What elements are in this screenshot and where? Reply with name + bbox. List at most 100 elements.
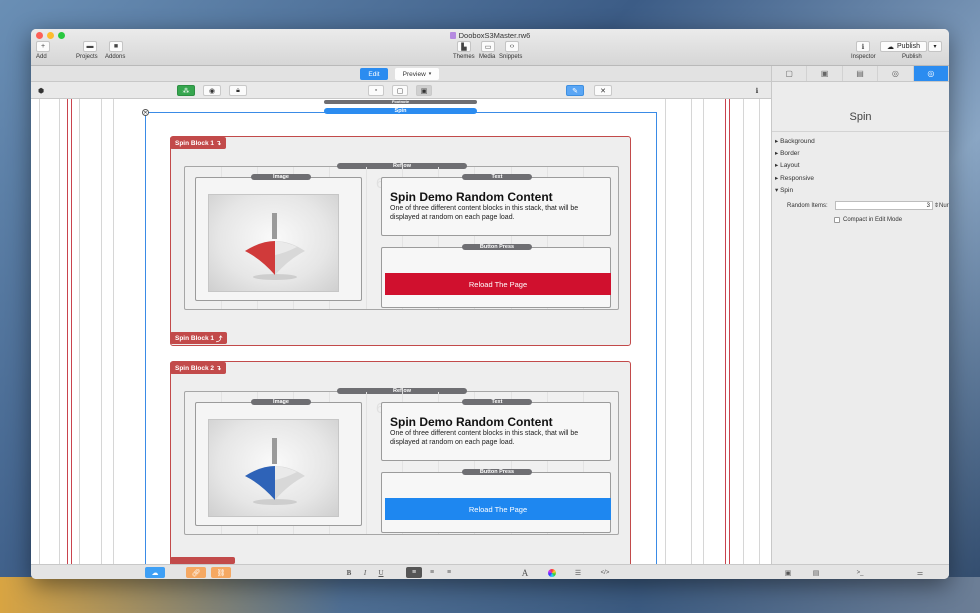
image-stack[interactable]: Image [195,399,362,526]
snippets-button[interactable]: ‹› [505,41,519,52]
button-press-pill[interactable]: Button Press [462,469,532,475]
info-button[interactable]: ℹ [751,85,763,96]
content-heading[interactable]: Spin Demo Random Content [390,190,553,204]
stack-inspector-tab[interactable]: ◎ [913,66,949,81]
layout-section[interactable]: ▸ Layout [775,161,800,169]
edit-pencil-button[interactable]: ✎ [566,85,584,96]
section-label: Background [780,138,815,145]
button-press-stack[interactable]: Button Press Reload The Page [381,469,611,533]
view-large-button[interactable]: ▣ [416,85,432,96]
button-press-stack[interactable]: Button Press Reload The Page [381,244,611,308]
reload-page-button[interactable]: Reload The Page [385,273,611,295]
add-button[interactable]: + [36,41,50,52]
terminal-button[interactable]: >_ [853,567,867,578]
responsive-section[interactable]: ▸ Responsive [775,174,814,182]
inspector-button[interactable]: ℹ [856,41,870,52]
publish-menu-button[interactable]: ▾ [928,41,942,52]
page-inspector-tab[interactable]: ▢ [772,66,808,81]
random-items-input[interactable]: 3 [835,201,933,210]
style-inspector-tab[interactable]: ◎ [878,66,914,81]
view-large-icon: ▣ [420,87,428,95]
page-canvas[interactable]: Footnote Spin ✕ Spin Block 1 ↴ Reflow 1 [31,99,771,564]
resource-button[interactable]: ▣ [781,567,795,578]
snippets-label: Snippets [499,54,523,60]
delete-button[interactable]: ✕ [594,85,612,96]
window-title: DooboxS3Master.rw6 [31,31,949,40]
text-stack[interactable]: Text Spin Demo Random Content One of thr… [381,174,611,236]
font-button[interactable]: A [519,567,531,578]
column-guide [366,167,367,309]
button-press-pill[interactable]: Button Press [462,244,532,250]
addons-button[interactable]: ■ [109,41,123,52]
align-center-button[interactable]: ≡ [425,567,439,578]
chevron-down-icon: ▾ [428,71,432,77]
spin-block-2-tag[interactable]: Spin Block 2 ↴ [170,362,227,374]
edit-toolbar: ⬢ ⁂ ◉ 🔒︎ ▫ ▢ ▣ ✎ ✕ ℹ [31,82,771,99]
image-pill[interactable]: Image [251,399,311,405]
layout-inspector-tab[interactable]: ▣ [807,66,843,81]
view-small-button[interactable]: ▫ [368,85,384,96]
text-stack[interactable]: Text Spin Demo Random Content One of thr… [381,399,611,461]
themes-button[interactable]: ▙ [457,41,471,52]
publish-button[interactable]: ☁ Publish [880,41,927,52]
image-pill[interactable]: Image [251,174,311,180]
spin-block-1-tag[interactable]: Spin Block 1 ↴ [170,137,227,149]
content-body[interactable]: One of three different content blocks in… [390,205,605,222]
italic-button[interactable]: I [359,567,371,578]
content-body[interactable]: One of three different content blocks in… [390,430,605,447]
reflow-container[interactable]: Reflow 1 2 3 4 5 6 7 8 9 [184,163,619,310]
themes-label: Themes [453,54,475,60]
random-items-stepper[interactable]: ⇕Nur [934,202,949,209]
align-left-button[interactable]: ≡ [406,567,422,578]
publish-button-label: Publish [897,43,920,50]
reload-page-button[interactable]: Reload The Page [385,498,611,520]
cube-icon: ⬢ [37,87,45,95]
bold-button[interactable]: B [343,567,355,578]
link-button[interactable]: 🔗︎ [186,567,206,578]
block-inspector-tab[interactable]: ▤ [843,66,879,81]
section-label: Border [780,150,800,157]
document-icon [449,32,456,39]
unlink-button[interactable]: ⛓ [211,567,231,578]
underline-button[interactable]: U [375,567,387,578]
spin-block-1[interactable]: Spin Block 1 ↴ Reflow 1 2 3 4 5 6 [170,136,631,346]
cloud-button[interactable]: ☁ [145,567,165,578]
footnote-pill[interactable]: Footnote [324,100,477,104]
text-pill[interactable]: Text [462,399,532,405]
background-section[interactable]: ▸ Background [775,137,815,145]
spin-section[interactable]: ▾ Spin [775,186,793,194]
spin-block-1-end-tag[interactable]: Spin Block 1 ⤴ [170,332,228,344]
reflow-container[interactable]: Reflow 1 2 3 4 5 6 7 8 9 [184,388,619,535]
text-pill[interactable]: Text [462,174,532,180]
settings-sliders-button[interactable]: ⚌ [913,567,927,578]
projects-label: Projects [76,54,98,60]
spinning-top-image [208,419,339,517]
projects-button[interactable]: ▬ [83,41,97,52]
sidebar-button[interactable]: ▤ [809,567,823,578]
color-button[interactable] [546,567,558,578]
spin-stack-pill[interactable]: Spin [324,108,477,114]
list-button[interactable]: ☰ [571,567,585,578]
eye-icon: ◉ [208,87,216,95]
spin-block-2[interactable]: Spin Block 2 ↴ Reflow 1 2 3 4 5 6 [170,361,631,564]
close-icon: ✕ [600,87,606,95]
compact-edit-mode-checkbox[interactable]: Compact in Edit Mode [834,217,902,223]
edit-mode-tab[interactable]: Edit [360,68,388,80]
spin-block-3-tag-partial[interactable] [170,557,235,564]
media-button[interactable]: ▭ [481,41,495,52]
guide-line [729,99,730,564]
image-stack[interactable]: Image [195,174,362,301]
stacks-library-button[interactable]: ⬢ [35,85,47,96]
content-heading[interactable]: Spin Demo Random Content [390,415,553,429]
border-section[interactable]: ▸ Border [775,149,800,157]
stacks-button[interactable]: ⁂ [177,85,195,96]
visibility-button[interactable]: ◉ [203,85,221,96]
close-icon[interactable]: ✕ [142,109,149,116]
preview-mode-tab[interactable]: Preview ▾ [395,68,439,80]
align-right-button[interactable]: ≡ [442,567,456,578]
lock-button[interactable]: 🔒︎ [229,85,247,96]
code-button[interactable]: </> [598,567,612,578]
media-label: Media [479,54,496,60]
checkbox[interactable] [834,217,840,223]
view-medium-button[interactable]: ▢ [392,85,408,96]
